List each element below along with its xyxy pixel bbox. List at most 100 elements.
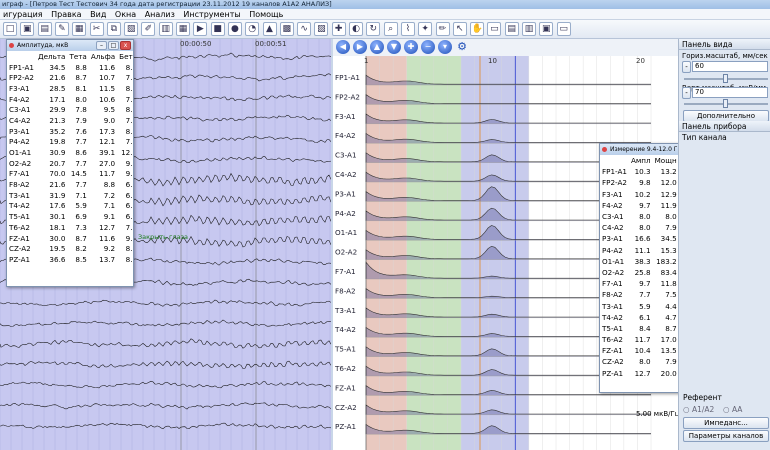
- spec-down-icon[interactable]: ▼: [387, 40, 401, 54]
- maximize-button[interactable]: □: [108, 41, 119, 50]
- map-icon[interactable]: ▩: [279, 22, 294, 36]
- menu-analysis[interactable]: Анализ: [145, 10, 175, 19]
- table-cell: F8-A2: [9, 180, 30, 190]
- ruler-icon[interactable]: ▤: [504, 22, 519, 36]
- table-cell: 30.1: [49, 212, 66, 222]
- table-cell: 14.5: [70, 169, 87, 179]
- table-row: O1-A1 30.9 8.6 39.1 12.3: [7, 147, 133, 158]
- hand-icon[interactable]: ✋: [470, 22, 485, 36]
- spec-prev-icon[interactable]: ◀: [336, 40, 350, 54]
- table-cell: 7.3: [125, 137, 133, 147]
- vert-scale-field[interactable]: 70: [692, 87, 768, 98]
- brush-icon[interactable]: ✏: [435, 22, 450, 36]
- table-cell: 11.7: [634, 335, 651, 345]
- mark-icon[interactable]: ✚: [331, 22, 346, 36]
- table-cell: 11.5: [99, 83, 116, 93]
- spec-next-icon[interactable]: ▶: [353, 40, 367, 54]
- referent-a1a2-radio[interactable]: ○ A1/A2: [683, 405, 714, 414]
- print-icon[interactable]: ✎: [54, 22, 69, 36]
- channel-params-button[interactable]: Параметры каналов: [683, 430, 769, 442]
- print2-icon[interactable]: ▣: [539, 22, 554, 36]
- table-cell: 7.7: [75, 180, 87, 190]
- vert-slider-thumb[interactable]: [723, 99, 728, 108]
- save-icon[interactable]: ▤: [37, 22, 52, 36]
- table-cell: 8.7: [665, 323, 677, 333]
- impedance-button[interactable]: Импеданс...: [683, 417, 769, 429]
- table-cell: 17.3: [99, 126, 116, 136]
- table-row: T4-A2 17.6 5.9 7.1 6.2: [7, 201, 133, 212]
- spectrum-channel-label: FP1-A1: [335, 73, 360, 82]
- trace-icon[interactable]: ⌇: [400, 22, 415, 36]
- table-row: F7-A1 70.0 14.5 11.7 9.3: [7, 169, 133, 180]
- sync-icon[interactable]: ↻: [366, 22, 381, 36]
- zoom-icon[interactable]: ⌕: [383, 22, 398, 36]
- spectrum-scale-label: 5.00 мкВ/Гц: [636, 410, 678, 418]
- meas-col-header: Мощн: [654, 156, 677, 166]
- spectrum-icon[interactable]: ◔: [245, 22, 260, 36]
- device-panel-header[interactable]: Панель прибора: [679, 121, 770, 132]
- cursor-icon[interactable]: ↖: [452, 22, 467, 36]
- view-panel-header[interactable]: Панель вида: [679, 39, 770, 50]
- copy-icon[interactable]: ⧉: [106, 22, 121, 36]
- menu-edit[interactable]: Правка: [51, 10, 81, 19]
- grid2-icon[interactable]: ▦: [176, 22, 190, 36]
- spec-zoom-in-icon[interactable]: ✚: [404, 40, 418, 54]
- table-cell: P3-A1: [602, 234, 623, 244]
- amp-col-header: [7, 51, 36, 62]
- table-cell: 34.5: [660, 234, 677, 244]
- table-cell: FP1-A1: [602, 167, 627, 177]
- window2-icon[interactable]: ▭: [556, 22, 571, 36]
- spectrum-toolbar: ◀ ▶ ▲ ▼ ✚ − ▾ ⚙: [333, 39, 678, 56]
- spectrum-channel-label: T6-A2: [334, 364, 356, 373]
- table-cell: 10.3: [634, 167, 651, 177]
- edit-icon[interactable]: ✐: [141, 22, 156, 36]
- spec-settings-icon[interactable]: ⚙: [455, 40, 469, 54]
- grid-icon[interactable]: ▦: [72, 22, 87, 36]
- table-row: T5-A1 30.1 6.9 9.1 6.9: [7, 211, 133, 222]
- puzzle-icon[interactable]: ✦: [418, 22, 433, 36]
- photo-icon[interactable]: ▨: [314, 22, 329, 36]
- spec-up-icon[interactable]: ▲: [370, 40, 384, 54]
- spec-zoom-out-icon[interactable]: −: [421, 40, 435, 54]
- menu-bar: игурация Правка Вид Окна Анализ Инструме…: [0, 9, 770, 20]
- table-cell: 8.8: [75, 62, 87, 72]
- spectrum-channel-label: PZ-A1: [335, 422, 356, 431]
- stop-icon[interactable]: ■: [210, 22, 225, 36]
- table-cell: 12.7: [634, 368, 651, 378]
- horiz-scale-minus-button[interactable]: -: [682, 61, 691, 73]
- horiz-scale-field[interactable]: 60: [692, 61, 768, 72]
- paste-icon[interactable]: ▧: [124, 22, 139, 36]
- menu-view[interactable]: Вид: [90, 10, 106, 19]
- table-cell: 8.2: [125, 126, 133, 136]
- cut-icon[interactable]: ✂: [89, 22, 104, 36]
- menu-help[interactable]: Помощь: [249, 10, 283, 19]
- window-icon[interactable]: ▭: [487, 22, 502, 36]
- montage-icon[interactable]: ▥: [158, 22, 173, 36]
- close-button[interactable]: x: [120, 41, 131, 50]
- table-row: FP1-A1 34.5 8.8 11.6 8.2: [7, 62, 133, 73]
- table-row: CZ-A2 19.5 8.2 9.2 8.0: [7, 243, 133, 254]
- curve-icon[interactable]: ∿: [297, 22, 312, 36]
- minimize-button[interactable]: –: [96, 41, 107, 50]
- menu-tools[interactable]: Инструменты: [183, 10, 240, 19]
- vert-scale-minus-button[interactable]: -: [682, 87, 691, 99]
- referent-aa-radio[interactable]: ○ AA: [723, 405, 742, 414]
- horiz-scale-label: Гориз.масштаб, мм/сек: [682, 52, 768, 60]
- table-row: C4-A2 21.3 7.9 9.0 7.6: [7, 115, 133, 126]
- color-icon[interactable]: ◐: [349, 22, 363, 36]
- amp-col-header: Дельта: [37, 51, 66, 61]
- record-icon[interactable]: ●: [227, 22, 242, 36]
- window-icon: [9, 43, 14, 48]
- chart-icon[interactable]: ▲: [262, 22, 277, 36]
- table-cell: 8.2: [125, 62, 133, 72]
- new-icon[interactable]: □: [3, 22, 17, 36]
- menu-windows[interactable]: Окна: [115, 10, 136, 19]
- spec-menu-icon[interactable]: ▾: [438, 40, 452, 54]
- menu-configuration[interactable]: игурация: [3, 10, 43, 19]
- play-icon[interactable]: ▶: [193, 22, 208, 36]
- save2-icon[interactable]: ▥: [522, 22, 536, 36]
- open-icon[interactable]: ▣: [20, 22, 35, 36]
- horiz-slider-thumb[interactable]: [723, 74, 728, 83]
- table-cell: F3-A1: [602, 189, 623, 199]
- table-row: C3-A1 29.9 7.8 9.5 8.2: [7, 104, 133, 115]
